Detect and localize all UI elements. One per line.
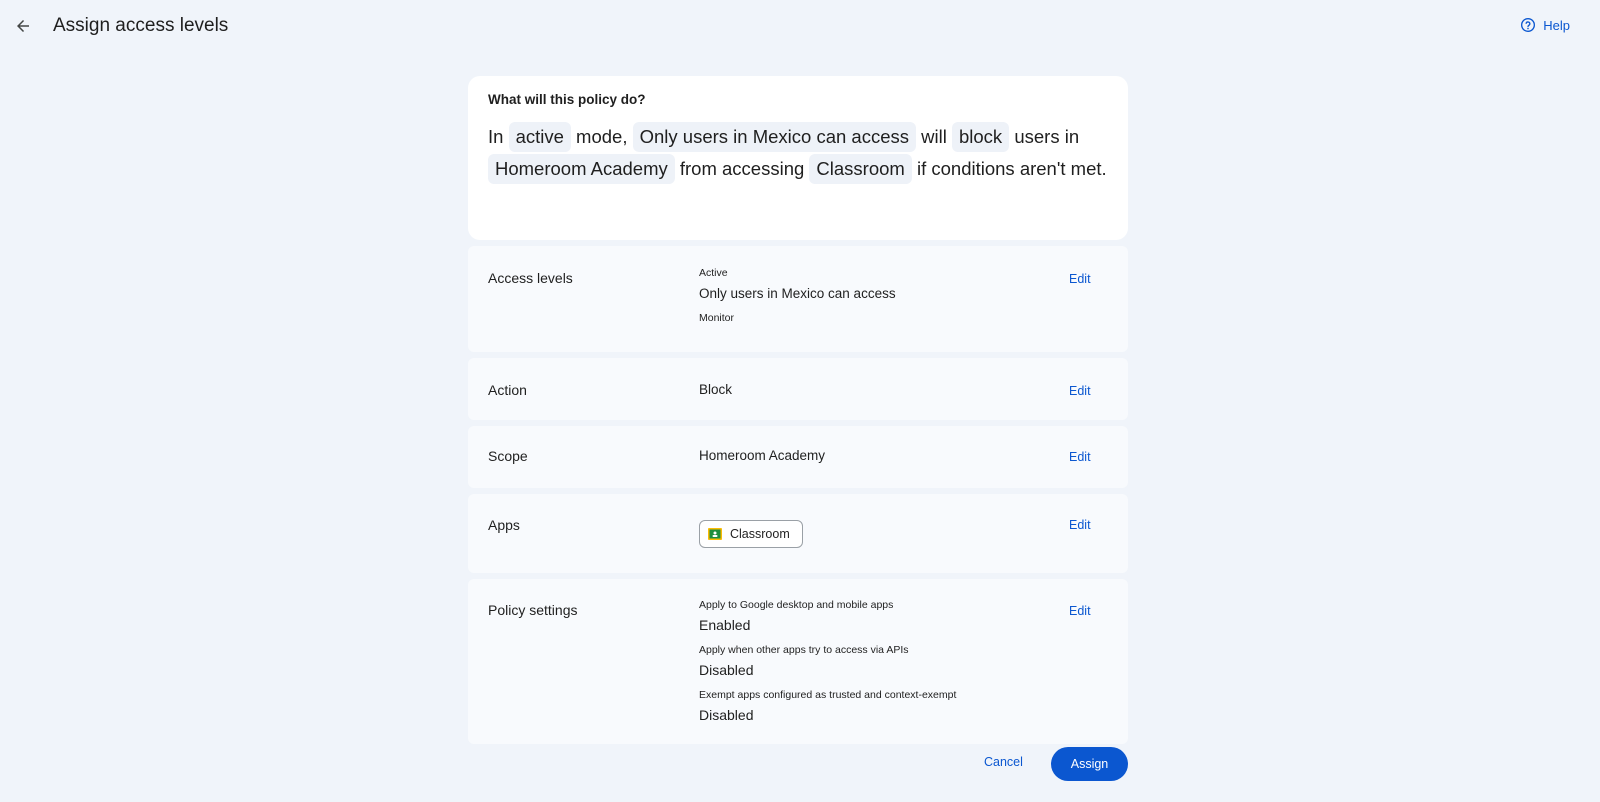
scope-label: Scope [488, 448, 528, 464]
app-chip-classroom[interactable]: Classroom [699, 520, 803, 548]
policy-settings-content: Apply to Google desktop and mobile apps … [699, 599, 956, 723]
edit-scope-link[interactable]: Edit [1069, 450, 1091, 464]
action-value: Block [699, 382, 733, 397]
monitor-label: Monitor [699, 312, 735, 324]
apps-row: Apps Classroom Edit [468, 494, 1128, 573]
setting-name: Apply to Google desktop and mobile apps [699, 599, 894, 611]
summary-chip-action: block [951, 122, 1010, 152]
assign-button[interactable]: Assign [1051, 747, 1128, 781]
summary-chip-app: Classroom [809, 154, 912, 184]
edit-access-levels-link[interactable]: Edit [1069, 272, 1091, 286]
cancel-button[interactable]: Cancel [984, 755, 1023, 769]
back-button[interactable] [10, 13, 36, 39]
apps-label: Apps [488, 517, 520, 533]
policy-settings-label: Policy settings [488, 602, 578, 618]
apps-content: Classroom [699, 520, 803, 548]
access-levels-label: Access levels [488, 270, 573, 286]
summary-chip-scope: Homeroom Academy [488, 154, 675, 184]
action-label: Action [488, 382, 527, 398]
page-title: Assign access levels [53, 15, 229, 36]
summary-text: In active mode, Only users in Mexico can… [488, 121, 1108, 185]
edit-apps-link[interactable]: Edit [1069, 518, 1091, 532]
setting-value: Disabled [699, 662, 754, 678]
edit-policy-settings-link[interactable]: Edit [1069, 604, 1091, 618]
setting-name: Exempt apps configured as trusted and co… [699, 689, 957, 701]
summary-text-part: mode, [576, 126, 628, 147]
top-bar: Assign access levels Help [0, 0, 1600, 54]
summary-chip-mode: active [508, 122, 571, 152]
access-levels-row: Access levels Active Only users in Mexic… [468, 246, 1128, 352]
edit-action-link[interactable]: Edit [1069, 384, 1091, 398]
arrow-back-icon [17, 20, 29, 32]
policy-settings-row: Policy settings Apply to Google desktop … [468, 579, 1128, 744]
summary-card: What will this policy do? In active mode… [468, 76, 1128, 240]
summary-text-part: from accessing [679, 158, 805, 179]
summary-text-part: if conditions aren't met. [916, 158, 1107, 179]
action-row: Action Block Edit [468, 358, 1128, 420]
setting-name: Apply when other apps try to access via … [699, 644, 909, 656]
active-label: Active [699, 267, 728, 279]
policy-container: What will this policy do? In active mode… [468, 76, 1128, 744]
scope-row: Scope Homeroom Academy Edit [468, 426, 1128, 488]
help-link[interactable]: Help [1520, 17, 1570, 33]
app-chip-label: Classroom [730, 527, 790, 541]
footer-actions: Cancel Assign [468, 747, 1128, 781]
setting-value: Disabled [699, 707, 754, 723]
setting-value: Enabled [699, 617, 751, 633]
summary-text-part: users in [1014, 126, 1080, 147]
classroom-icon [708, 528, 722, 540]
help-circle-icon [1521, 18, 1536, 32]
summary-question: What will this policy do? [488, 92, 646, 107]
summary-text-part: In [488, 126, 504, 147]
summary-text-part: will [921, 126, 947, 147]
access-levels-content: Active Only users in Mexico can access M… [699, 267, 896, 324]
active-value: Only users in Mexico can access [699, 286, 896, 301]
help-label: Help [1543, 17, 1570, 33]
scope-value: Homeroom Academy [699, 448, 826, 463]
summary-chip-access-level: Only users in Mexico can access [632, 122, 916, 152]
